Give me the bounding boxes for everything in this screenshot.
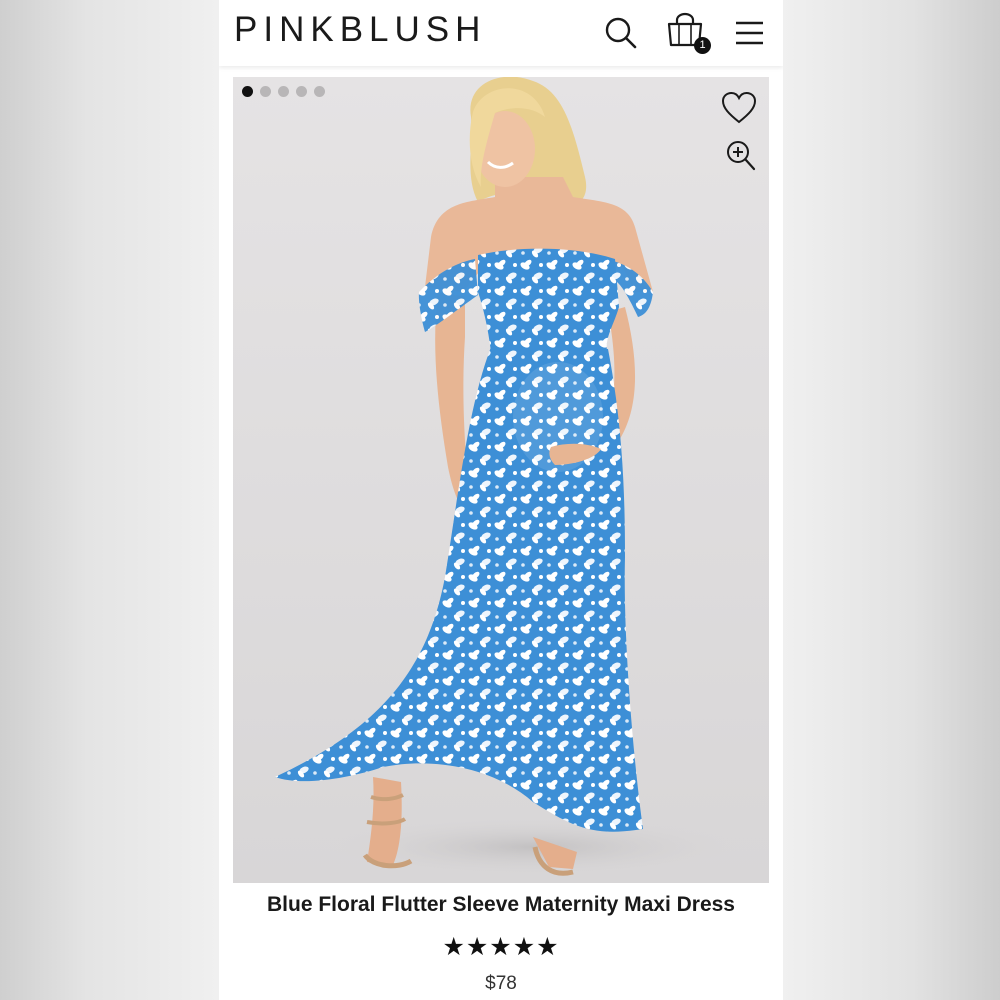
product-photo: [275, 77, 743, 877]
product-page: PINKBLUSH 1 Blue Floral Flutter Sleeve M…: [219, 0, 783, 1000]
rating-stars[interactable]: ★★★★★: [219, 932, 783, 962]
hamburger-menu-icon[interactable]: [732, 14, 770, 52]
cart-count-badge: 1: [694, 37, 711, 54]
left-blurred-background: [0, 0, 219, 1000]
carousel-dot-5[interactable]: [314, 86, 325, 97]
brand-logo[interactable]: PINKBLUSH: [234, 10, 486, 50]
carousel-dot-1[interactable]: [242, 86, 253, 97]
product-title: Blue Floral Flutter Sleeve Maternity Max…: [267, 893, 735, 916]
search-icon[interactable]: [602, 14, 640, 52]
product-image-carousel[interactable]: [233, 77, 769, 883]
right-blurred-background: [781, 0, 1000, 1000]
site-header: PINKBLUSH 1: [219, 0, 783, 66]
carousel-dot-2[interactable]: [260, 86, 271, 97]
carousel-dot-3[interactable]: [278, 86, 289, 97]
zoom-in-icon[interactable]: [726, 140, 756, 172]
carousel-dots: [242, 86, 325, 97]
heart-icon[interactable]: [721, 91, 757, 125]
carousel-dot-4[interactable]: [296, 86, 307, 97]
product-price: $78: [485, 973, 517, 994]
